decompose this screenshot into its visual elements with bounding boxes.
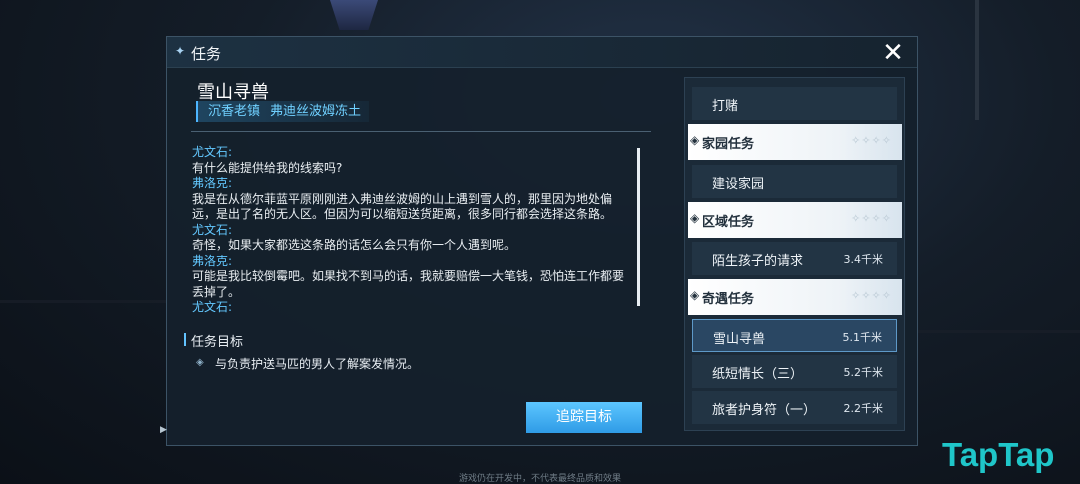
category-label: 奇遇任务 (702, 292, 755, 307)
quest-item-paper[interactable]: 纸短情长（三） 5.2千米 (692, 355, 897, 388)
quest-item-distance: 3.4千米 (843, 253, 884, 266)
dialog-line: 我是在从德尔菲蓝平原刚刚进入弗迪丝波姆的山上遇到雪人的，那里因为地处偏远，是出了… (192, 191, 613, 222)
dialog-line: 可能是我比较倒霉吧。如果找不到马的话，我就要赔偿一大笔钱，恐怕连工作都要丢掉了。 (192, 269, 625, 299)
quest-item-label: 建设家园 (712, 177, 765, 192)
quest-item-label: 雪山寻兽 (713, 332, 766, 347)
play-arrow-icon: ▶ (160, 425, 167, 435)
category-home[interactable]: ◈ 家园任务 ✧✧✧✧ (688, 124, 902, 160)
quest-item-child[interactable]: 陌生孩子的请求 3.4千米 (692, 242, 897, 275)
objective-title: 任务目标 (191, 335, 244, 350)
dev-disclaimer: 游戏仍在开发中，不代表最终品质和效果 (458, 474, 621, 484)
dialog-line: 有什么能提供给我的线索吗? (192, 160, 343, 175)
objective-marker (184, 333, 186, 346)
panel-title: 任务 (191, 45, 222, 63)
quest-item-label: 纸短情长（三） (712, 367, 804, 382)
diamond-bullet-icon: ◈ (196, 357, 204, 368)
close-button[interactable]: ✕ (878, 38, 908, 68)
background-plank (0, 300, 166, 303)
taptap-watermark: TapTap (942, 436, 1055, 473)
ship-mast (975, 0, 979, 120)
divider (191, 131, 651, 132)
dialog-log[interactable]: 尤文石: 有什么能提供给我的线索吗? 弗洛克: 我是在从德尔菲蓝平原刚刚进入弗迪… (192, 145, 632, 330)
background-plank (918, 330, 1080, 333)
quest-item-distance: 2.2千米 (843, 402, 884, 415)
location-town: 沉香老镇 (208, 104, 261, 119)
quest-item-distance: 5.2千米 (843, 366, 884, 379)
quest-item-amulet[interactable]: 旅者护身符（一） 2.2千米 (692, 391, 897, 424)
panel-header: ✦ 任务 (167, 37, 917, 68)
category-label: 区域任务 (702, 215, 755, 230)
category-label: 家园任务 (702, 137, 755, 152)
diamond-icon: ◈ (690, 288, 700, 302)
quest-item-build[interactable]: 建设家园 (692, 165, 897, 198)
objective-text: 与负责护送马匹的男人了解案发情况。 (215, 357, 420, 371)
quest-location: 沉香老镇 弗迪丝波姆冻土 (196, 101, 370, 122)
dialog-speaker: 尤文石: (192, 300, 233, 314)
location-area: 弗迪丝波姆冻土 (270, 104, 362, 119)
sparkle-icon: ✦ (175, 44, 186, 58)
quest-item-snow[interactable]: 雪山寻兽 5.1千米 (692, 319, 897, 352)
dialog-speaker: 弗洛克: (192, 253, 233, 268)
quest-item-label: 打赌 (712, 99, 739, 114)
track-target-button[interactable]: 追踪目标 (526, 402, 642, 433)
diamond-icon: ◈ (690, 133, 700, 147)
category-region[interactable]: ◈ 区域任务 ✧✧✧✧ (688, 202, 902, 238)
stars-decoration-icon: ✧✧✧✧ (851, 289, 892, 302)
quest-item-distance: 5.1千米 (842, 331, 883, 344)
category-encounter[interactable]: ◈ 奇遇任务 ✧✧✧✧ (688, 279, 902, 315)
quest-item-label: 陌生孩子的请求 (712, 254, 804, 269)
dialog-speaker: 尤文石: (192, 222, 233, 237)
dialog-scrollbar[interactable] (637, 148, 640, 306)
stars-decoration-icon: ✧✧✧✧ (851, 212, 892, 225)
dialog-line: 奇怪，如果大家都选这条路的话怎么会只有你一个人遇到呢。 (192, 238, 517, 252)
quest-item-gamble[interactable]: 打赌 (692, 87, 897, 120)
diamond-icon: ◈ (690, 211, 700, 225)
quest-item-label: 旅者护身符（一） (712, 403, 817, 418)
street-lamp (330, 0, 378, 30)
stars-decoration-icon: ✧✧✧✧ (851, 134, 892, 147)
dialog-speaker: 弗洛克: (192, 176, 233, 190)
dialog-speaker: 尤文石: (192, 145, 233, 159)
quest-list: 打赌 ◈ 家园任务 ✧✧✧✧ 建设家园 ◈ 区域任务 ✧✧✧✧ 陌生孩子的请求 … (684, 77, 905, 431)
